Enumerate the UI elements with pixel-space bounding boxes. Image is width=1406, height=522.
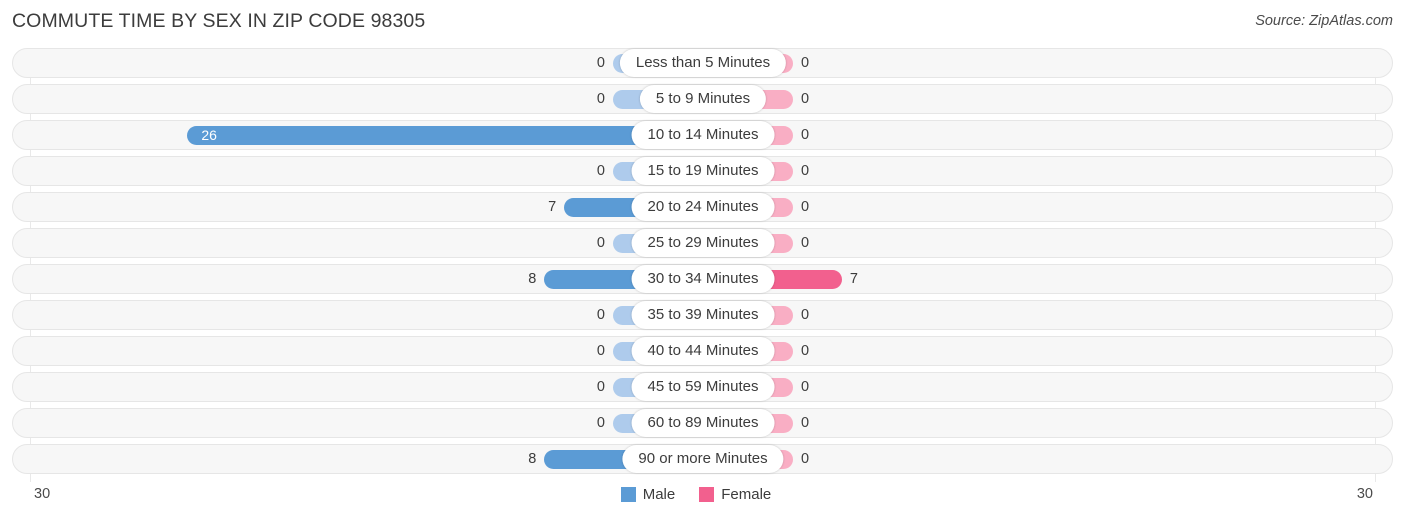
chart-row: 0 0 45 to 59 Minutes <box>0 372 1406 402</box>
chart-footer: 30 30 Male Female <box>0 482 1406 522</box>
male-value-label: 26 <box>201 127 217 143</box>
category-label: 30 to 34 Minutes <box>631 265 775 293</box>
male-value-label: 0 <box>596 55 605 71</box>
female-value-label: 0 <box>801 235 810 251</box>
male-value-label: 0 <box>596 307 605 323</box>
female-value-label: 0 <box>801 163 810 179</box>
category-label: 40 to 44 Minutes <box>631 337 775 365</box>
legend-swatch-icon <box>699 487 715 502</box>
category-label: 25 to 29 Minutes <box>631 229 775 257</box>
female-value-label: 0 <box>801 127 810 143</box>
chart-row: 0 0 5 to 9 Minutes <box>0 84 1406 114</box>
chart-legend: Male Female <box>0 486 1406 503</box>
male-value-label: 8 <box>528 451 537 467</box>
chart-row: 8 0 90 or more Minutes <box>0 444 1406 474</box>
male-value-label: 0 <box>596 91 605 107</box>
legend-female[interactable]: Female <box>699 486 771 503</box>
category-label: 15 to 19 Minutes <box>631 157 775 185</box>
category-label: 20 to 24 Minutes <box>631 193 775 221</box>
male-value-label: 0 <box>596 415 605 431</box>
page-title: COMMUTE TIME BY SEX IN ZIP CODE 98305 <box>12 10 426 32</box>
female-value-label: 0 <box>801 55 810 71</box>
chart-header: COMMUTE TIME BY SEX IN ZIP CODE 98305 So… <box>0 0 1406 42</box>
category-label: 60 to 89 Minutes <box>631 409 775 437</box>
legend-label: Male <box>642 486 676 503</box>
legend-swatch-icon <box>620 487 636 502</box>
chart-plot-area: 0 0 Less than 5 Minutes 0 0 5 to 9 Minutes 26 0… <box>0 48 1406 482</box>
chart-row: 0 0 35 to 39 Minutes <box>0 300 1406 330</box>
female-value-label: 0 <box>801 307 810 323</box>
category-label: 90 or more Minutes <box>622 445 784 473</box>
legend-male[interactable]: Male <box>620 486 676 503</box>
male-value-label: 0 <box>596 163 605 179</box>
chart-row: 0 0 25 to 29 Minutes <box>0 228 1406 258</box>
chart-row: 0 0 40 to 44 Minutes <box>0 336 1406 366</box>
female-value-label: 7 <box>849 271 858 287</box>
category-label: 45 to 59 Minutes <box>631 373 775 401</box>
female-value-label: 0 <box>801 415 810 431</box>
category-label: Less than 5 Minutes <box>619 49 787 77</box>
male-value-label: 7 <box>548 199 557 215</box>
category-label: 10 to 14 Minutes <box>631 121 775 149</box>
chart-row: 0 0 Less than 5 Minutes <box>0 48 1406 78</box>
category-label: 35 to 39 Minutes <box>631 301 775 329</box>
legend-label: Female <box>721 486 772 503</box>
chart-row: 7 0 20 to 24 Minutes <box>0 192 1406 222</box>
category-label: 5 to 9 Minutes <box>639 85 767 113</box>
male-value-label: 8 <box>528 271 537 287</box>
chart-row: 0 0 15 to 19 Minutes <box>0 156 1406 186</box>
chart-rows: 0 0 Less than 5 Minutes 0 0 5 to 9 Minutes 26 0… <box>0 48 1406 480</box>
female-value-label: 0 <box>801 199 810 215</box>
female-value-label: 0 <box>801 91 810 107</box>
male-value-label: 0 <box>596 235 605 251</box>
chart-row: 8 7 30 to 34 Minutes <box>0 264 1406 294</box>
male-value-label: 0 <box>596 343 605 359</box>
chart-row: 26 0 10 to 14 Minutes <box>0 120 1406 150</box>
chart-row: 0 0 60 to 89 Minutes <box>0 408 1406 438</box>
female-value-label: 0 <box>801 379 810 395</box>
female-value-label: 0 <box>801 343 810 359</box>
female-value-label: 0 <box>801 451 810 467</box>
male-bar <box>187 126 703 145</box>
source-attribution: Source: ZipAtlas.com <box>1255 13 1393 29</box>
male-value-label: 0 <box>596 379 605 395</box>
